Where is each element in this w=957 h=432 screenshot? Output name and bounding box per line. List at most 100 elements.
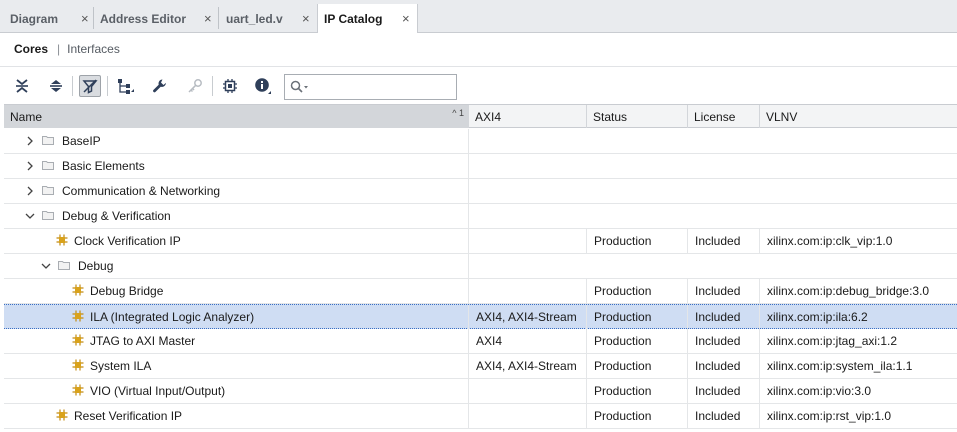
cell-vlnv: xilinx.com:ip:jtag_axi:1.2 xyxy=(767,334,898,348)
cell-axi4 xyxy=(469,204,587,228)
chevron-down-icon[interactable] xyxy=(40,261,52,271)
ip-core-icon xyxy=(56,409,68,424)
table-row[interactable]: JTAG to AXI Master AXI4 Production Included… xyxy=(4,329,957,354)
chevron-right-icon[interactable] xyxy=(24,136,36,146)
table-row[interactable]: Debug Bridge Production Included xilinx.com… xyxy=(4,279,957,304)
cell-status xyxy=(587,179,688,203)
cell-status: Production xyxy=(587,229,688,253)
ip-core-icon xyxy=(72,284,84,299)
cores-tab[interactable]: Cores xyxy=(14,42,48,56)
cell-vlnv: xilinx.com:ip:ila:6.2 xyxy=(767,310,868,324)
cell-status xyxy=(587,204,688,228)
tab-label: Address Editor xyxy=(100,11,187,26)
close-icon[interactable]: × xyxy=(204,11,212,26)
close-icon[interactable]: × xyxy=(402,11,410,26)
table-row[interactable]: Communication & Networking xyxy=(4,179,957,204)
chip-icon xyxy=(223,79,237,93)
hierarchy-icon xyxy=(118,79,134,94)
customize-ip-button[interactable] xyxy=(149,75,171,97)
tab-address-editor[interactable]: Address Editor × xyxy=(94,4,219,33)
tab-diagram[interactable]: Diagram × xyxy=(4,4,94,33)
cell-name: ILA (Integrated Logic Analyzer) xyxy=(4,305,469,329)
expand-all-button[interactable] xyxy=(45,75,67,97)
close-icon[interactable]: × xyxy=(302,11,310,26)
table-row[interactable]: VIO (Virtual Input/Output) Production Incl… xyxy=(4,379,957,404)
cell-axi4: AXI4, AXI4-Stream xyxy=(469,354,587,378)
cell-license: Included xyxy=(688,354,760,378)
cell-name: Basic Elements xyxy=(4,154,469,178)
tab-label: Diagram xyxy=(10,11,59,26)
cell-status xyxy=(587,129,688,153)
cell-license: Included xyxy=(688,404,760,428)
column-header-vlnv[interactable]: VLNV xyxy=(760,105,957,128)
toolbar-separator xyxy=(72,76,73,96)
ip-core-icon xyxy=(56,234,68,249)
column-header-status[interactable]: Status xyxy=(587,105,688,128)
table-row[interactable]: System ILA AXI4, AXI4-Stream Production Inc… xyxy=(4,354,957,379)
folder-icon xyxy=(58,259,70,273)
column-header-axi4[interactable]: AXI4 xyxy=(469,105,587,128)
ip-name: ILA (Integrated Logic Analyzer) xyxy=(90,310,255,324)
interfaces-tab[interactable]: Interfaces xyxy=(67,42,120,56)
editor-tab-bar: Diagram × Address Editor × uart_led.v × … xyxy=(0,0,957,34)
search-field[interactable] xyxy=(284,74,457,100)
filter-icon xyxy=(82,79,98,94)
tab-ip-catalog[interactable]: IP Catalog × xyxy=(317,4,418,34)
collapse-all-button[interactable] xyxy=(11,75,33,97)
cell-license: Included xyxy=(688,379,760,403)
cell-status: Production xyxy=(587,354,688,378)
folder-icon xyxy=(42,134,54,148)
cell-status: Production xyxy=(587,279,688,303)
table-row[interactable]: Clock Verification IP Production Included x… xyxy=(4,229,957,254)
cell-vlnv: xilinx.com:ip:debug_bridge:3.0 xyxy=(767,284,930,298)
cell-axi4 xyxy=(469,379,587,403)
cell-license: Included xyxy=(688,329,760,353)
cell-axi4 xyxy=(469,179,587,203)
table-row[interactable]: Basic Elements xyxy=(4,154,957,179)
close-icon[interactable]: × xyxy=(81,11,89,26)
cell-vlnv xyxy=(760,129,957,153)
ip-core-icon xyxy=(72,334,84,349)
chevron-right-icon[interactable] xyxy=(24,186,36,196)
collapse-all-icon xyxy=(16,79,28,93)
table-row[interactable]: ILA (Integrated Logic Analyzer) AXI4, AXI… xyxy=(4,304,957,329)
folder-icon xyxy=(42,209,54,223)
table-row[interactable]: BaseIP xyxy=(4,129,957,154)
tab-uart-led[interactable]: uart_led.v × xyxy=(220,4,317,33)
cell-vlnv: xilinx.com:ip:system_ila:1.1 xyxy=(767,359,913,373)
ip-core-icon xyxy=(72,384,84,399)
tab-label: uart_led.v xyxy=(226,11,283,26)
cell-axi4: AXI4 xyxy=(469,329,587,353)
category-label: Debug xyxy=(78,259,114,273)
cell-status: Production xyxy=(587,379,688,403)
table-row[interactable]: Reset Verification IP Production Included x… xyxy=(4,404,957,429)
chevron-right-icon[interactable] xyxy=(24,161,36,171)
cell-axi4: AXI4, AXI4-Stream xyxy=(469,305,587,329)
cell-name: Debug Bridge xyxy=(4,279,469,303)
table-row[interactable]: Debug & Verification xyxy=(4,204,957,229)
column-header-license[interactable]: License xyxy=(688,105,760,128)
cell-name: BaseIP xyxy=(4,129,469,153)
search-input[interactable] xyxy=(314,80,454,94)
cell-license xyxy=(688,204,760,228)
chevron-down-icon[interactable] xyxy=(24,211,36,221)
folder-icon xyxy=(42,159,54,173)
ip-details-button[interactable] xyxy=(252,75,274,97)
cell-axi4 xyxy=(469,279,587,303)
tab-label: IP Catalog xyxy=(324,12,383,26)
filter-toggle-button[interactable] xyxy=(79,75,101,97)
toolbar-separator xyxy=(107,76,108,96)
ip-core-icon xyxy=(72,359,84,374)
info-icon xyxy=(255,78,271,94)
ip-name: Debug Bridge xyxy=(90,284,164,298)
cell-axi4 xyxy=(469,229,587,253)
column-header-name[interactable]: Name ^ 1 xyxy=(4,105,469,128)
hierarchy-view-button[interactable] xyxy=(115,75,137,97)
ip-name: VIO (Virtual Input/Output) xyxy=(90,384,226,398)
table-row[interactable]: Debug xyxy=(4,254,957,279)
device-compatibility-button[interactable] xyxy=(219,75,241,97)
cell-axi4 xyxy=(469,404,587,428)
ip-core-icon xyxy=(72,310,84,325)
license-button[interactable] xyxy=(184,75,206,97)
license-key-icon xyxy=(188,79,202,93)
